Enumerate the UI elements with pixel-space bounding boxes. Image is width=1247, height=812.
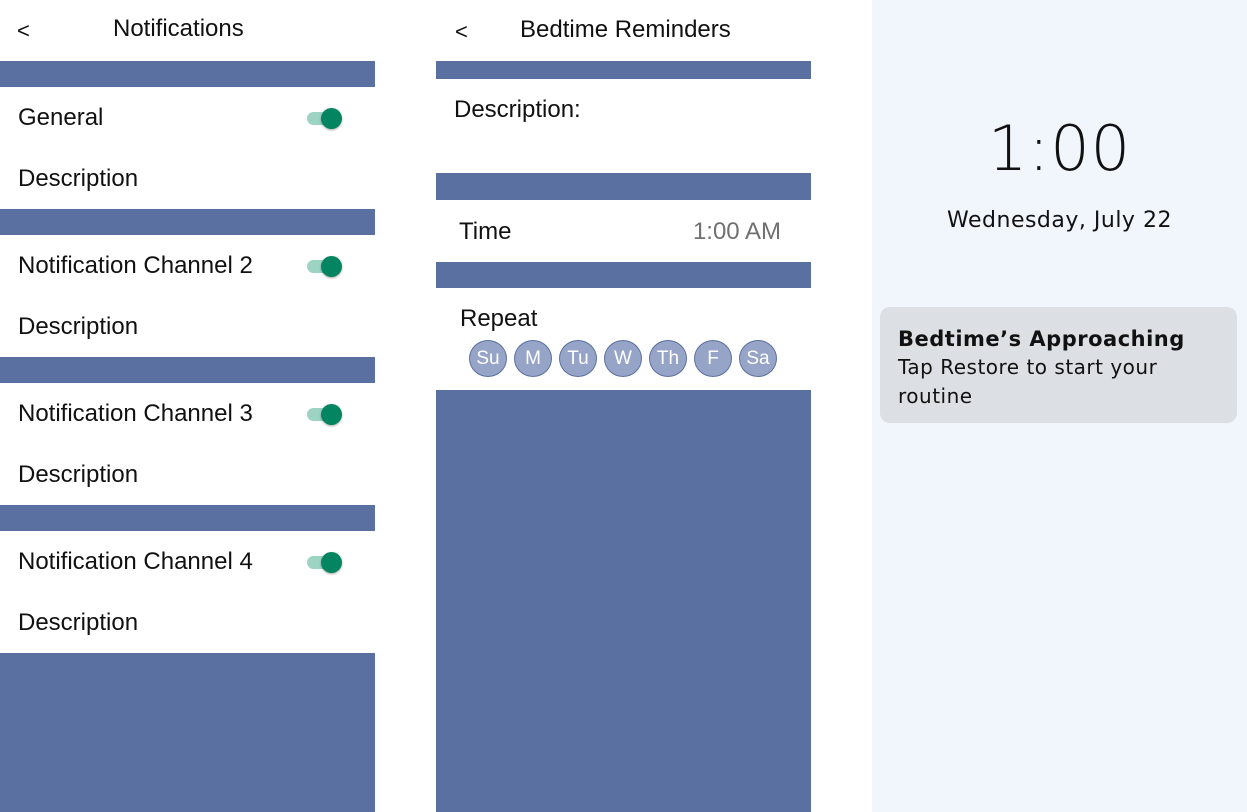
section-divider	[0, 505, 375, 531]
toggle-knob	[321, 404, 342, 425]
notifications-screen: < Notifications General Description Noti…	[0, 0, 375, 812]
notification-title: Bedtime’s Approaching	[898, 327, 1185, 351]
day-chip-thursday[interactable]: Th	[649, 340, 687, 377]
day-chip-sunday[interactable]: Su	[469, 340, 507, 377]
day-chip-tuesday[interactable]: Tu	[559, 340, 597, 377]
channel-description: Description	[18, 313, 139, 340]
channel-toggle-4[interactable]	[307, 551, 345, 573]
empty-area	[436, 390, 811, 812]
channel-name: Notification Channel 2	[18, 252, 253, 279]
section-divider	[0, 61, 375, 87]
channel-description: Description	[18, 461, 139, 488]
back-button[interactable]: <	[17, 18, 30, 44]
section-divider	[436, 262, 811, 288]
day-chip-friday[interactable]: F	[694, 340, 732, 377]
toggle-knob	[321, 552, 342, 573]
repeat-days: Su M Tu W Th F Sa	[469, 340, 777, 377]
toggle-knob	[321, 256, 342, 277]
day-chip-wednesday[interactable]: W	[604, 340, 642, 377]
channel-name: Notification Channel 4	[18, 548, 253, 575]
lock-clock: 1:00	[987, 112, 1132, 185]
time-row[interactable]: Time 1:00 AM	[436, 200, 811, 262]
back-button[interactable]: <	[455, 19, 468, 45]
channel-toggle-3[interactable]	[307, 403, 345, 425]
channel-toggle-2[interactable]	[307, 255, 345, 277]
time-value: 1:00 AM	[692, 218, 781, 245]
section-divider	[0, 357, 375, 383]
channel-name: Notification Channel 3	[18, 400, 253, 427]
section-divider	[0, 209, 375, 235]
day-chip-saturday[interactable]: Sa	[739, 340, 777, 377]
channel-toggle-general[interactable]	[307, 107, 345, 129]
channel-name: General	[18, 104, 104, 131]
page-title: Notifications	[113, 15, 244, 42]
bedtime-notification[interactable]: Bedtime’s Approaching Tap Restore to sta…	[880, 307, 1237, 423]
notification-body: Tap Restore to start your routine	[898, 355, 1158, 408]
empty-area	[0, 653, 375, 812]
page-title: Bedtime Reminders	[520, 16, 731, 43]
section-divider	[436, 173, 811, 200]
bedtime-reminders-screen: < Bedtime Reminders Description: Time 1:…	[436, 0, 811, 812]
description-label[interactable]: Description:	[454, 96, 581, 124]
lock-screen: 1:00 Wednesday, July 22 Bedtime’s Approa…	[872, 0, 1247, 812]
section-divider	[436, 61, 811, 79]
day-chip-monday[interactable]: M	[514, 340, 552, 377]
repeat-label: Repeat	[460, 305, 538, 332]
toggle-knob	[321, 108, 342, 129]
lock-date: Wednesday, July 22	[947, 208, 1172, 233]
time-label: Time	[459, 218, 512, 245]
channel-description: Description	[18, 165, 139, 192]
channel-description: Description	[18, 609, 139, 636]
